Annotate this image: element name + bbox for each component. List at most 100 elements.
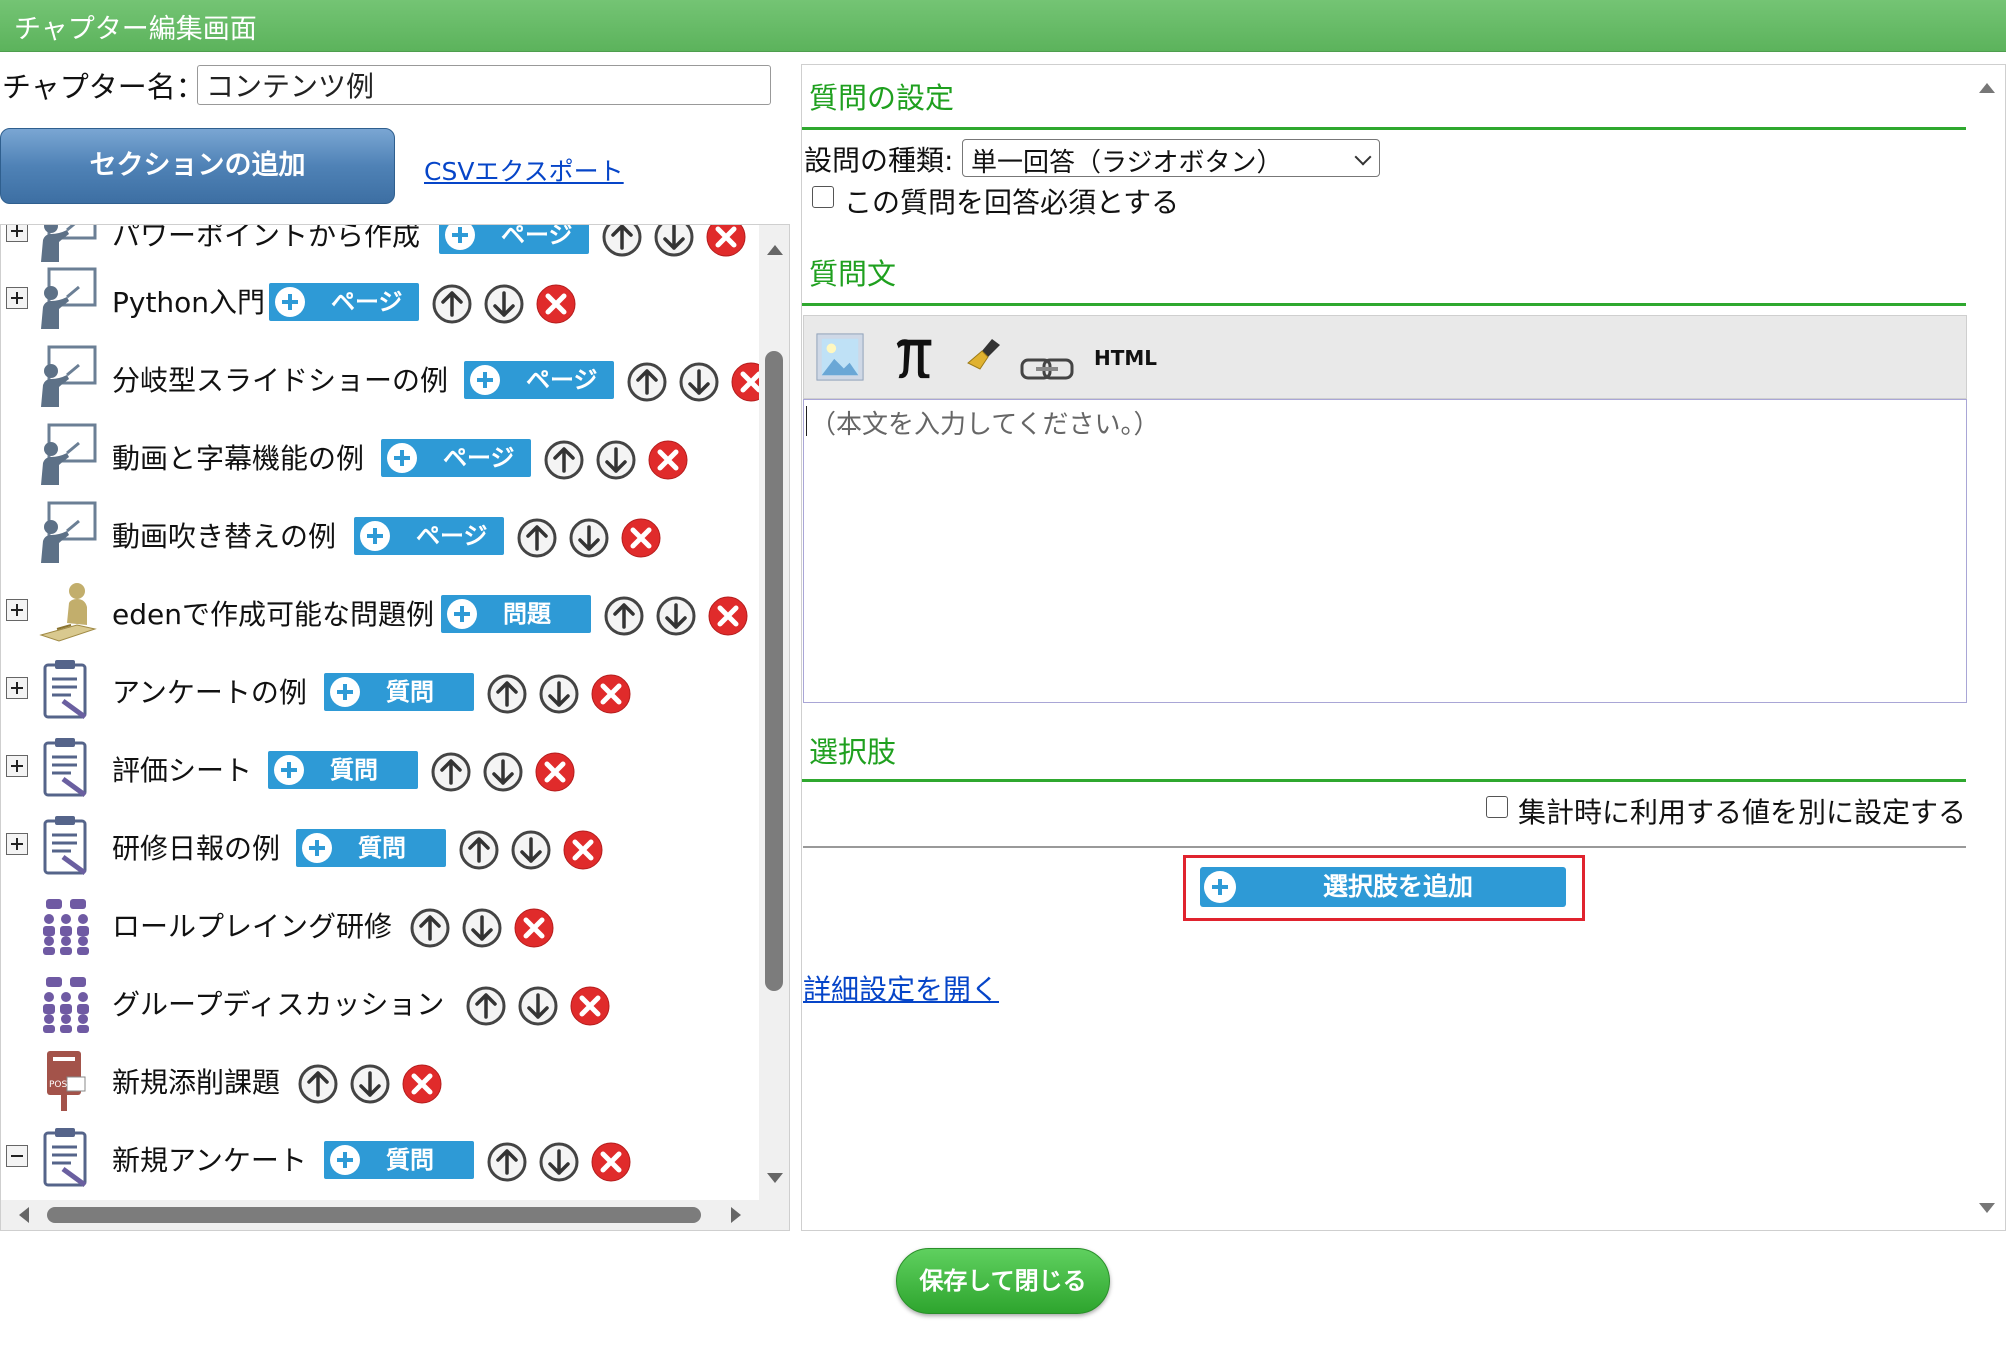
tree-item-label[interactable]: 新規添削課題: [112, 1061, 280, 1101]
scroll-left-arrow-icon[interactable]: [19, 1207, 29, 1223]
scroll-thumb-horizontal[interactable]: [47, 1207, 701, 1223]
html-source-button[interactable]: HTML: [1094, 346, 1157, 370]
tree-item-label[interactable]: Python入門: [112, 281, 265, 321]
add-child-button[interactable]: ページ: [439, 225, 589, 254]
clear-format-broom-icon[interactable]: [962, 332, 1006, 382]
tree-row[interactable]: Python入門 ページ: [1, 267, 761, 331]
move-up-icon[interactable]: [465, 985, 507, 1027]
delete-icon[interactable]: [647, 439, 689, 481]
delete-icon[interactable]: [562, 829, 604, 871]
tree-row[interactable]: 研修日報の例 質問: [1, 813, 761, 877]
math-pi-icon[interactable]: [892, 332, 938, 382]
scroll-down-arrow-icon[interactable]: [1979, 1203, 1995, 1213]
scroll-up-arrow-icon[interactable]: [1979, 83, 1995, 93]
expand-plus-icon[interactable]: [6, 755, 28, 777]
advanced-settings-link[interactable]: 詳細設定を開く: [803, 968, 999, 1008]
tree-row[interactable]: アンケートの例 質問: [1, 657, 761, 721]
move-up-icon[interactable]: [601, 225, 643, 258]
tree-horizontal-scrollbar[interactable]: [1, 1200, 759, 1230]
tree-row[interactable]: 動画吹き替えの例 ページ: [1, 501, 761, 565]
move-up-icon[interactable]: [486, 1141, 528, 1183]
insert-link-icon[interactable]: [1020, 344, 1076, 394]
move-up-icon[interactable]: [543, 439, 585, 481]
move-down-icon[interactable]: [482, 751, 524, 793]
delete-icon[interactable]: [620, 517, 662, 559]
scroll-down-arrow-icon[interactable]: [767, 1173, 783, 1183]
move-down-icon[interactable]: [595, 439, 637, 481]
move-down-icon[interactable]: [538, 673, 580, 715]
tree-item-label[interactable]: パワーポイントから作成: [112, 225, 420, 254]
insert-image-icon[interactable]: [814, 332, 866, 382]
scroll-up-arrow-icon[interactable]: [767, 245, 783, 255]
tree-row[interactable]: 分岐型スライドショーの例 ページ: [1, 345, 771, 409]
tree-item-label[interactable]: 動画吹き替えの例: [112, 515, 336, 555]
delete-icon[interactable]: [707, 595, 749, 637]
add-child-button[interactable]: ページ: [381, 439, 531, 477]
tree-item-label[interactable]: アンケートの例: [112, 671, 307, 711]
move-up-icon[interactable]: [458, 829, 500, 871]
move-down-icon[interactable]: [678, 361, 720, 403]
add-child-button[interactable]: ページ: [354, 517, 504, 555]
collapse-minus-icon[interactable]: [6, 1145, 28, 1167]
move-up-icon[interactable]: [486, 673, 528, 715]
add-choice-button[interactable]: 選択肢を追加: [1200, 867, 1566, 907]
chapter-name-input[interactable]: [197, 65, 771, 105]
save-and-close-button[interactable]: 保存して閉じる: [896, 1248, 1110, 1314]
tree-row[interactable]: edenで作成可能な問題例 問題: [1, 579, 761, 643]
move-down-icon[interactable]: [510, 829, 552, 871]
tree-vertical-scrollbar[interactable]: [759, 225, 789, 1230]
expand-plus-icon[interactable]: [6, 599, 28, 621]
move-up-icon[interactable]: [297, 1063, 339, 1105]
csv-export-link[interactable]: CSVエクスポート: [424, 152, 624, 188]
scroll-right-arrow-icon[interactable]: [731, 1207, 741, 1223]
tree-item-label[interactable]: ロールプレイング研修: [112, 905, 392, 945]
tree-item-label[interactable]: 評価シート: [112, 749, 252, 789]
aggregate-checkbox[interactable]: [1486, 796, 1508, 818]
expand-plus-icon[interactable]: [6, 833, 28, 855]
tree-row[interactable]: POST 新規添削課題: [1, 1047, 761, 1111]
delete-icon[interactable]: [590, 1141, 632, 1183]
add-child-button[interactable]: ページ: [269, 283, 419, 321]
expand-plus-icon[interactable]: [6, 287, 28, 309]
delete-icon[interactable]: [569, 985, 611, 1027]
add-section-button[interactable]: セクションの追加: [0, 128, 395, 204]
tree-row[interactable]: パワーポイントから作成 ページ: [1, 225, 761, 264]
add-child-button[interactable]: ページ: [464, 361, 614, 399]
delete-icon[interactable]: [401, 1063, 443, 1105]
move-up-icon[interactable]: [409, 907, 451, 949]
move-up-icon[interactable]: [516, 517, 558, 559]
add-child-button[interactable]: 質問: [268, 751, 418, 789]
tree-row[interactable]: 評価シート 質問: [1, 735, 761, 799]
question-type-select[interactable]: 単一回答（ラジオボタン）: [962, 139, 1380, 178]
add-child-button[interactable]: 問題: [441, 595, 591, 633]
add-child-button[interactable]: 質問: [324, 673, 474, 711]
panel-scrollbar[interactable]: [1969, 65, 2005, 1230]
tree-row[interactable]: 新規アンケート 質問: [1, 1125, 761, 1189]
move-up-icon[interactable]: [603, 595, 645, 637]
move-down-icon[interactable]: [655, 595, 697, 637]
delete-icon[interactable]: [535, 283, 577, 325]
delete-icon[interactable]: [705, 225, 747, 258]
tree-item-label[interactable]: 分岐型スライドショーの例: [112, 359, 448, 399]
expand-plus-icon[interactable]: [6, 677, 28, 699]
delete-icon[interactable]: [534, 751, 576, 793]
expand-plus-icon[interactable]: [6, 225, 28, 242]
move-up-icon[interactable]: [430, 751, 472, 793]
tree-item-label[interactable]: edenで作成可能な問題例: [112, 593, 434, 633]
tree-row[interactable]: グループディスカッション: [1, 969, 761, 1033]
move-down-icon[interactable]: [538, 1141, 580, 1183]
tree-row[interactable]: 動画と字幕機能の例 ページ: [1, 423, 761, 487]
move-down-icon[interactable]: [568, 517, 610, 559]
tree-row[interactable]: ロールプレイング研修: [1, 891, 761, 955]
tree-item-label[interactable]: 研修日報の例: [112, 827, 280, 867]
tree-item-label[interactable]: 動画と字幕機能の例: [112, 437, 364, 477]
move-up-icon[interactable]: [626, 361, 668, 403]
move-down-icon[interactable]: [653, 225, 695, 258]
delete-icon[interactable]: [513, 907, 555, 949]
required-checkbox[interactable]: [812, 186, 834, 208]
add-child-button[interactable]: 質問: [296, 829, 446, 867]
scroll-thumb[interactable]: [765, 351, 783, 991]
add-child-button[interactable]: 質問: [324, 1141, 474, 1179]
move-down-icon[interactable]: [517, 985, 559, 1027]
question-body-editor[interactable]: （本文を入力してください。）: [803, 399, 1967, 703]
